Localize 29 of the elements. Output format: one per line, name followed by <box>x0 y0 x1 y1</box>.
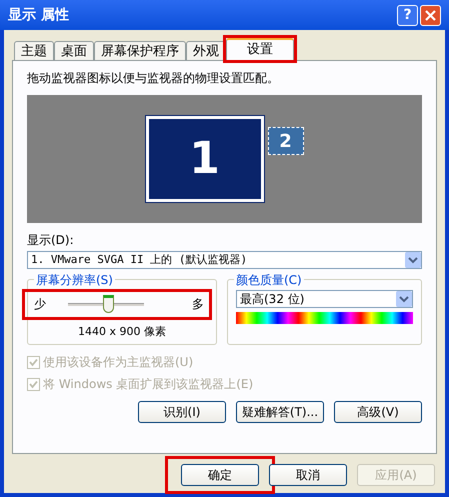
monitor-tile[interactable]: 1 <box>146 116 264 202</box>
tab[interactable]: 主题 <box>14 41 54 60</box>
panel-button[interactable]: 疑难解答(T)... <box>236 401 324 423</box>
slider-thumb[interactable] <box>103 295 114 313</box>
instruction-text: 拖动监视器图标以便与监视器的物理设置匹配。 <box>27 70 280 87</box>
help-button[interactable]: ? <box>397 4 418 26</box>
checkbox-label: 使用该设备作为主监视器(U) <box>43 354 194 371</box>
panel-button[interactable]: 高级(V) <box>334 401 422 423</box>
tab[interactable]: 外观 <box>186 41 226 60</box>
tab[interactable]: 桌面 <box>54 41 94 60</box>
tab[interactable]: 屏幕保护程序 <box>94 41 186 60</box>
panel-button[interactable]: 识别(I) <box>138 401 226 423</box>
field-label: 显示(D): <box>27 232 75 249</box>
dialog-button[interactable]: 取消 <box>269 464 347 486</box>
slider-min-label: 少 <box>34 296 46 313</box>
close-button[interactable] <box>420 4 441 26</box>
display-dropdown[interactable]: 1. VMware SVGA II 上的 (默认监视器) <box>27 251 422 269</box>
dialog-button[interactable]: 确定 <box>181 464 259 486</box>
monitor-tile[interactable]: 2 <box>268 127 304 155</box>
color-dropdown[interactable]: 最高(32 位) <box>236 290 413 308</box>
group-title: 颜色质量(C) <box>234 271 304 289</box>
slider-max-label: 多 <box>192 296 204 313</box>
resolution-reading: 1440 x 900 像素 <box>77 324 167 340</box>
close-icon <box>425 10 436 20</box>
slider[interactable] <box>68 294 144 314</box>
checkbox-label: 将 Windows 桌面扩展到该监视器上(E) <box>43 376 254 393</box>
group-title: 屏幕分辨率(S) <box>34 271 115 289</box>
tab[interactable]: 设置 <box>226 38 294 60</box>
window-title: 显示 属性 <box>8 6 70 24</box>
